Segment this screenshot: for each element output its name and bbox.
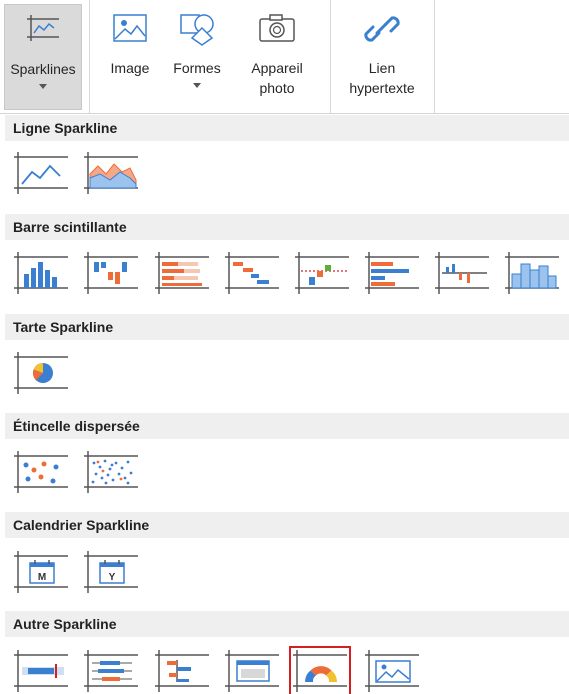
sparkline-icon [25, 13, 61, 46]
ribbon-separator [89, 0, 90, 113]
column-sparkline-icon[interactable] [12, 250, 70, 296]
lien-hypertexte-button[interactable]: Lien hypertexte [340, 4, 424, 108]
dense-scatter-sparkline-icon[interactable] [82, 449, 140, 495]
lien-label-line2: hypertexte [349, 80, 415, 96]
section-header-barre: Barre scintillante [5, 214, 569, 240]
scatter-sparkline-icon[interactable] [12, 449, 70, 495]
chevron-down-icon [39, 84, 47, 89]
section-header-calendrier: Calendrier Sparkline [5, 512, 569, 538]
area-sparkline-icon[interactable] [82, 150, 140, 196]
shapes-icon [178, 12, 216, 49]
image-button[interactable]: Image [100, 4, 160, 108]
image-label: Image [110, 60, 150, 76]
appareil-photo-button[interactable]: Appareil photo [240, 4, 314, 108]
appareil-label-line1: Appareil [251, 60, 303, 76]
lien-label-line1: Lien [368, 60, 396, 76]
appareil-label-line2: photo [259, 80, 295, 96]
winloss-sparkline-icon[interactable] [82, 250, 140, 296]
line-sparkline-icon[interactable] [12, 150, 70, 196]
section-header-tarte: Tarte Sparkline [5, 314, 569, 340]
month-calendar-sparkline-icon[interactable]: M [12, 549, 70, 595]
picture-sparkline-icon[interactable] [363, 648, 421, 694]
pie-sparkline-icon[interactable] [12, 350, 70, 396]
ribbon-separator [434, 0, 435, 113]
link-icon [364, 12, 400, 49]
image-icon [112, 12, 148, 47]
variance-sparkline-icon[interactable] [293, 250, 351, 296]
section-header-ligne: Ligne Sparkline [5, 115, 569, 141]
hbar-sparkline-icon[interactable] [363, 250, 421, 296]
calendar-month-letter: M [38, 572, 46, 583]
gauge-sparkline-icon[interactable] [289, 646, 351, 694]
lien-hypertexte-label: Lien hypertexte [340, 58, 424, 98]
spread-sparkline-icon[interactable] [153, 648, 211, 694]
ribbon-toolbar: Sparklines Image Formes Appareil photo L… [0, 0, 569, 114]
cascade-sparkline-icon[interactable] [223, 250, 281, 296]
year-calendar-sparkline-icon[interactable]: Y [82, 549, 140, 595]
box-plot-sparkline-icon[interactable] [82, 648, 140, 694]
section-header-dispersee: Étincelle dispersée [5, 413, 569, 439]
section-header-autre: Autre Sparkline [5, 611, 569, 637]
formes-button[interactable]: Formes [166, 4, 228, 108]
image-sparkline-icon[interactable] [223, 648, 281, 694]
bullet-sparkline-icon[interactable] [12, 648, 70, 694]
vertical-variance-sparkline-icon[interactable] [433, 250, 491, 296]
sparklines-button[interactable]: Sparklines [4, 4, 82, 110]
calendar-year-letter: Y [109, 572, 116, 583]
sparkline-gallery-panel: Ligne Sparkline Barre scintillante Tarte… [0, 114, 569, 694]
sparklines-label: Sparklines [10, 61, 76, 77]
ribbon-separator [330, 0, 331, 113]
formes-label: Formes [173, 60, 221, 76]
chevron-down-icon [193, 83, 201, 88]
histogram-sparkline-icon[interactable] [503, 250, 561, 296]
stacked-bar-sparkline-icon[interactable] [153, 250, 211, 296]
appareil-photo-label: Appareil photo [240, 58, 314, 98]
camera-icon [258, 12, 296, 47]
